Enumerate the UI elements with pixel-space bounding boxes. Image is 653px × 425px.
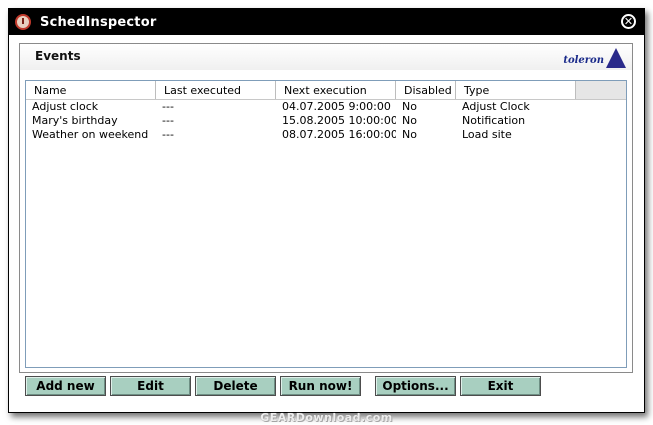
- column-header-last-executed[interactable]: Last executed: [156, 81, 276, 99]
- options-button[interactable]: Options...: [375, 376, 456, 396]
- cell-disabled: No: [402, 114, 417, 127]
- column-header-next-execution[interactable]: Next execution: [276, 81, 396, 99]
- add-new-button[interactable]: Add new: [25, 376, 106, 396]
- table-row[interactable]: Adjust clock --- 04.07.2005 9:00:00 No A…: [26, 100, 626, 114]
- cell-name: Mary's birthday: [32, 114, 118, 127]
- list-header: Name Last executed Next execution Disabl…: [26, 81, 626, 100]
- cell-disabled: No: [402, 128, 417, 141]
- watermark: GEARDownload.com: [260, 411, 393, 424]
- events-panel: Events toleron Name Last executed Next e…: [19, 43, 633, 373]
- clock-icon: [15, 14, 31, 30]
- cell-disabled: No: [402, 100, 417, 113]
- exit-button[interactable]: Exit: [460, 376, 541, 396]
- column-header-disabled[interactable]: Disabled: [396, 81, 456, 99]
- panel-title: Events: [35, 49, 81, 63]
- column-header-type[interactable]: Type: [456, 81, 576, 99]
- cell-next-execution: 08.07.2005 16:00:00: [282, 128, 396, 141]
- cell-last-executed: ---: [162, 128, 174, 141]
- events-list[interactable]: Name Last executed Next execution Disabl…: [25, 80, 627, 368]
- title-bar[interactable]: SchedInspector ✕: [9, 9, 644, 35]
- delete-button[interactable]: Delete: [195, 376, 276, 396]
- column-header-filler: [576, 81, 626, 99]
- cell-type: Load site: [462, 128, 512, 141]
- panel-header: Events toleron: [20, 44, 632, 70]
- edit-button[interactable]: Edit: [110, 376, 191, 396]
- run-now-button[interactable]: Run now!: [280, 376, 361, 396]
- logo-text: toleron: [563, 55, 604, 66]
- app-window: SchedInspector ✕ Events toleron Name Las…: [8, 8, 645, 413]
- toleron-logo: toleron: [563, 46, 626, 68]
- cell-last-executed: ---: [162, 100, 174, 113]
- logo-triangle-icon: [606, 48, 626, 68]
- column-header-name[interactable]: Name: [26, 81, 156, 99]
- cell-name: Weather on weekend: [32, 128, 149, 141]
- window-title: SchedInspector: [40, 14, 157, 30]
- cell-last-executed: ---: [162, 114, 174, 127]
- cell-type: Notification: [462, 114, 526, 127]
- button-bar: Add new Edit Delete Run now! Options... …: [9, 376, 646, 396]
- close-icon[interactable]: ✕: [621, 14, 636, 29]
- cell-next-execution: 15.08.2005 10:00:00: [282, 114, 396, 127]
- cell-type: Adjust Clock: [462, 100, 530, 113]
- cell-name: Adjust clock: [32, 100, 99, 113]
- cell-next-execution: 04.07.2005 9:00:00: [282, 100, 391, 113]
- table-row[interactable]: Weather on weekend --- 08.07.2005 16:00:…: [26, 128, 626, 142]
- table-row[interactable]: Mary's birthday --- 15.08.2005 10:00:00 …: [26, 114, 626, 128]
